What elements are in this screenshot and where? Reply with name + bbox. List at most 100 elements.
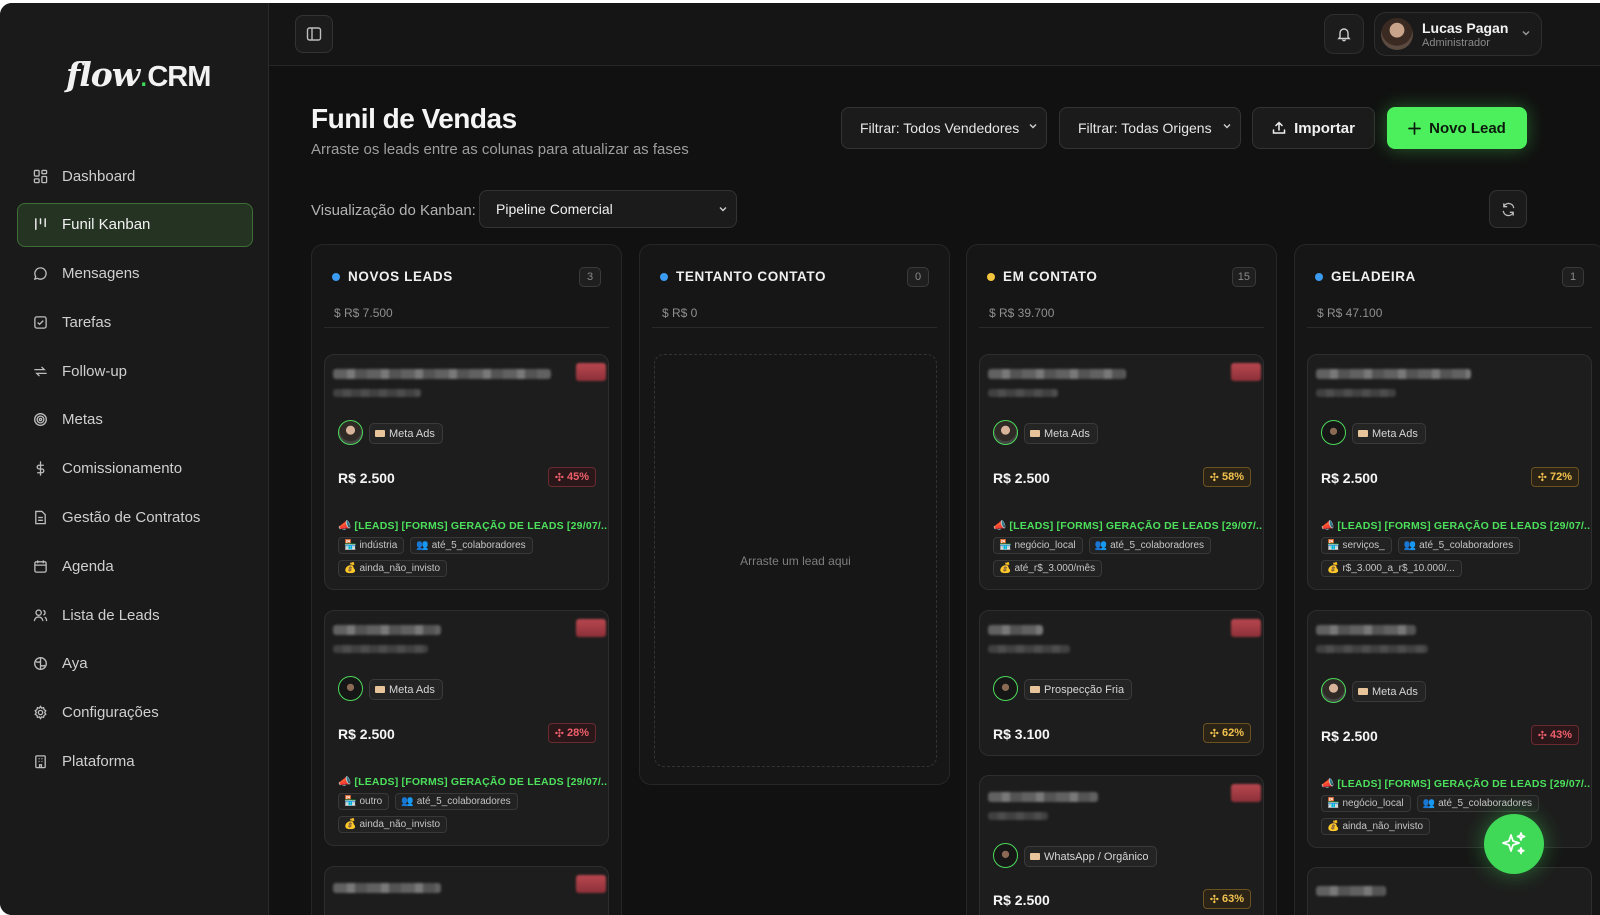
drop-zone[interactable]: Arraste um lead aqui xyxy=(654,354,937,767)
kanban-icon xyxy=(32,217,48,233)
tag-icon xyxy=(1358,430,1368,437)
probability-badge: ✣ 58% xyxy=(1202,467,1251,487)
sidebar-item-funil-kanban[interactable]: Funil Kanban xyxy=(17,202,253,247)
lead-company-redacted xyxy=(1316,645,1428,653)
sidebar-item-lista-leads[interactable]: Lista de Leads xyxy=(17,593,253,637)
filter-sellers-select[interactable]: Filtrar: Todos Vendedores xyxy=(841,107,1047,149)
campaign-label: 📣 [LEADS] [FORMS] GERAÇÃO DE LEADS [29/0… xyxy=(1321,520,1592,532)
lead-name-redacted xyxy=(333,625,441,635)
budget-chip: 💰 ainda_não_invisto xyxy=(338,816,448,833)
plus-icon xyxy=(1408,121,1422,135)
tag-icon xyxy=(1030,686,1040,693)
column-status-dot xyxy=(660,272,668,281)
user-name: Lucas Pagan xyxy=(1422,19,1509,36)
pipeline-select[interactable]: Pipeline Comercial xyxy=(479,190,737,228)
size-chip: 👥 até_5_colaboradores xyxy=(395,793,518,810)
bell-icon xyxy=(1337,28,1351,42)
chevron-down-icon xyxy=(719,207,727,212)
lead-chips: 🏪 serviços_ 👥 até_5_colaboradores 💰 r$_3… xyxy=(1321,537,1583,577)
tag-icon xyxy=(1030,853,1040,860)
divider xyxy=(324,327,609,328)
drop-zone-text: Arraste um lead aqui xyxy=(740,553,851,568)
sparkle-icon: ✣ xyxy=(1209,893,1219,906)
lead-card[interactable]: Meta Ads R$ 2.500 ✣ 43% 📣 [LEADS] [FORMS]… xyxy=(1307,610,1592,848)
kanban-column-em-contato: EM CONTATO 15 $ R$ 39.700 Meta Ads R$ 2.… xyxy=(966,244,1277,915)
lead-company-redacted xyxy=(988,812,1048,820)
sidebar-item-label: Aya xyxy=(62,655,88,673)
column-status-dot xyxy=(332,272,340,281)
lead-card[interactable]: Meta Ads R$ 2.500 ✣ 45% 📣 [LEADS] [FORMS]… xyxy=(324,354,609,590)
lead-company-redacted xyxy=(333,645,428,653)
lead-card[interactable]: Meta Ads R$ 2.500 ✣ 58% 📣 [LEADS] [FORMS]… xyxy=(979,354,1264,590)
lead-card[interactable]: Meta Ads R$ 2.500 ✣ 28% 📣 [LEADS] [FORMS]… xyxy=(324,610,609,846)
lead-tag-redacted xyxy=(576,875,606,893)
kanban-view-label: Visualização do Kanban: xyxy=(311,202,476,219)
sidebar-item-configuracoes[interactable]: Configurações xyxy=(17,691,253,735)
avatar xyxy=(1381,18,1413,50)
column-total: $ R$ 0 xyxy=(662,306,698,320)
probability-badge: ✣ 45% xyxy=(547,467,596,487)
sidebar-item-label: Metas xyxy=(62,411,103,429)
sidebar-item-label: Mensagens xyxy=(62,265,140,283)
sidebar-item-follow-up[interactable]: Follow-up xyxy=(17,349,253,393)
sidebar-item-agenda[interactable]: Agenda xyxy=(17,544,253,588)
sidebar-item-gestao-contratos[interactable]: Gestão de Contratos xyxy=(17,496,253,540)
segment-chip: 🏪 serviços_ xyxy=(1321,537,1392,554)
owner-avatar xyxy=(993,420,1018,445)
column-title: EM CONTATO xyxy=(1003,269,1098,284)
source-badge: Meta Ads xyxy=(1352,423,1426,444)
import-button[interactable]: Importar xyxy=(1252,107,1375,149)
owner-avatar xyxy=(1321,678,1346,703)
ai-assistant-button[interactable] xyxy=(1484,814,1544,874)
logo[interactable]: flow.CRM xyxy=(66,55,211,94)
lead-card[interactable]: Meta Ads R$ 2.500 ✣ 72% 📣 [LEADS] [FORMS]… xyxy=(1307,354,1592,590)
sidebar-item-aya[interactable]: Aya xyxy=(17,642,253,686)
chevron-down-icon xyxy=(1223,124,1231,129)
lead-name-redacted xyxy=(1316,369,1471,379)
sidebar-item-comissionamento[interactable]: Comissionamento xyxy=(17,447,253,491)
sidebar-item-dashboard[interactable]: Dashboard xyxy=(17,154,253,198)
filter-origins-select[interactable]: Filtrar: Todas Origens xyxy=(1059,107,1241,149)
panel-left-icon xyxy=(306,27,322,41)
building-icon xyxy=(32,754,48,770)
segment-chip: 🏪 negócio_local xyxy=(993,537,1083,554)
sidebar-item-mensagens[interactable]: Mensagens xyxy=(17,252,253,296)
calendar-icon xyxy=(32,558,48,574)
lead-value: R$ 2.500 xyxy=(993,892,1050,908)
size-chip: 👥 até_5_colaboradores xyxy=(1088,537,1212,554)
checkbox-icon xyxy=(32,314,48,330)
sidebar-toggle-button[interactable] xyxy=(295,15,333,53)
refresh-icon xyxy=(1502,202,1514,216)
lead-card[interactable]: WhatsApp / Orgânico R$ 2.500 ✣ 63% xyxy=(979,775,1264,915)
tag-icon xyxy=(375,430,385,437)
lead-chips: 🏪 indústria 👥 até_5_colaboradores 💰 aind… xyxy=(338,537,600,577)
lead-card[interactable] xyxy=(324,866,609,915)
users-icon xyxy=(32,607,48,623)
campaign-label: 📣 [LEADS] [FORMS] GERAÇÃO DE LEADS [29/0… xyxy=(338,776,609,788)
lead-name-redacted xyxy=(333,883,441,893)
sidebar-item-label: Follow-up xyxy=(62,362,128,380)
column-count-badge: 1 xyxy=(1562,267,1584,287)
new-lead-button[interactable]: Novo Lead xyxy=(1387,107,1527,149)
sidebar-item-label: Tarefas xyxy=(62,313,112,331)
lead-card[interactable]: Prospecção Fria R$ 3.100 ✣ 62% xyxy=(979,610,1264,756)
budget-chip: 💰 até_r$_3.000/mês xyxy=(993,560,1103,577)
owner-avatar xyxy=(1321,420,1346,445)
lead-name-redacted xyxy=(988,792,1098,802)
sidebar-item-tarefas[interactable]: Tarefas xyxy=(17,300,253,344)
lead-card[interactable] xyxy=(1307,867,1592,915)
dashboard-icon xyxy=(32,168,48,184)
refresh-button[interactable] xyxy=(1489,190,1527,228)
sidebar-item-plataforma[interactable]: Plataforma xyxy=(17,740,253,784)
upload-icon xyxy=(1272,121,1286,134)
column-count-badge: 15 xyxy=(1231,267,1256,287)
lead-value: R$ 2.500 xyxy=(338,470,395,486)
probability-badge: ✣ 72% xyxy=(1530,467,1579,487)
user-menu[interactable]: Lucas Pagan Administrador xyxy=(1374,12,1542,56)
probability-badge: ✣ 62% xyxy=(1202,723,1251,743)
budget-chip: 💰 ainda_não_invisto xyxy=(338,560,448,577)
notifications-button[interactable] xyxy=(1324,14,1364,54)
page-subtitle: Arraste os leads entre as colunas para a… xyxy=(311,141,689,158)
sidebar-item-metas[interactable]: Metas xyxy=(17,398,253,442)
source-badge: Meta Ads xyxy=(1352,681,1426,702)
